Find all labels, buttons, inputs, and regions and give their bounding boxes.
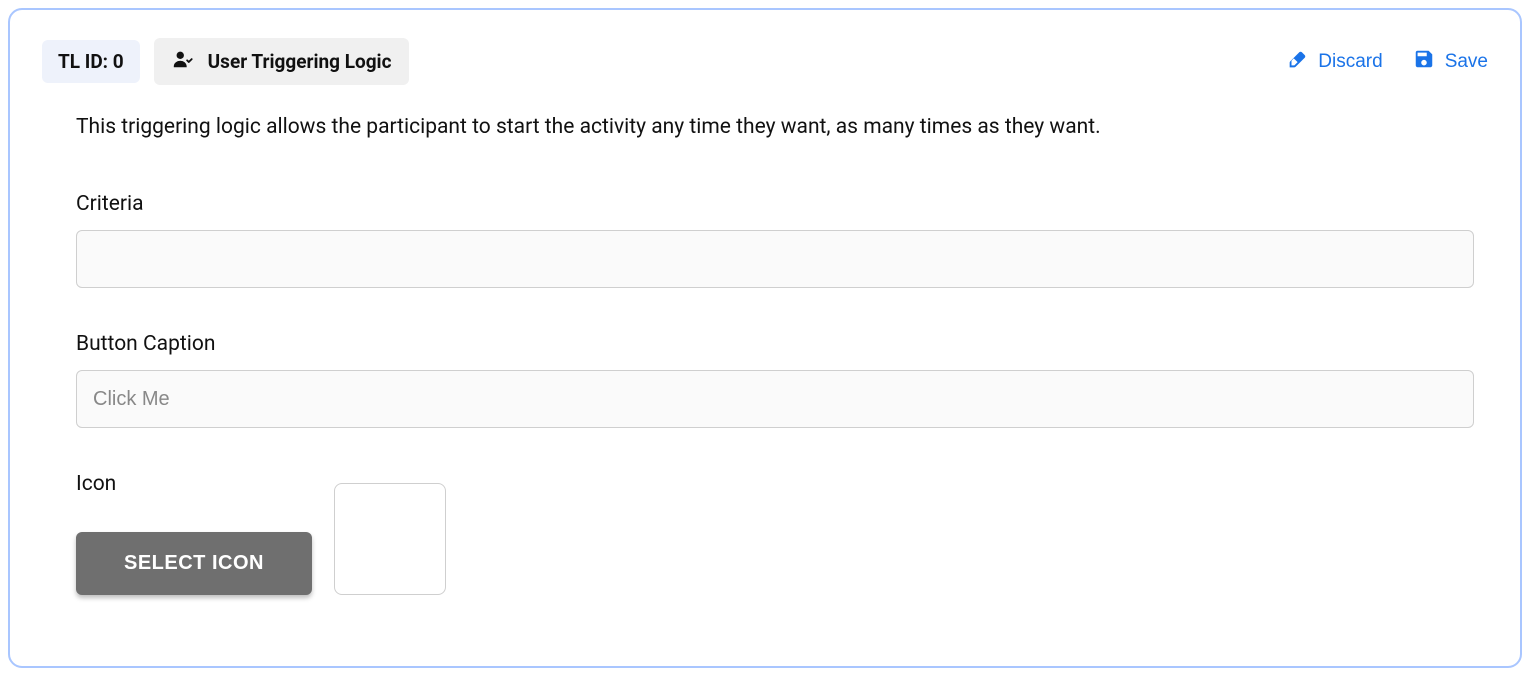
eraser-icon	[1286, 48, 1308, 76]
button-caption-section: Button Caption	[76, 332, 1488, 428]
icon-preview-box[interactable]	[334, 483, 446, 595]
save-label: Save	[1445, 51, 1488, 73]
icon-label: Icon	[76, 472, 312, 496]
criteria-section: Criteria	[76, 192, 1488, 288]
header-left: TL ID: 0 User Triggering Logic	[42, 38, 409, 85]
logic-type-badge: User Triggering Logic	[154, 38, 410, 85]
criteria-label: Criteria	[76, 192, 1488, 216]
discard-button[interactable]: Discard	[1286, 44, 1382, 80]
header-right: Discard Save	[1286, 44, 1488, 80]
save-button[interactable]: Save	[1413, 44, 1488, 80]
description-text: This triggering logic allows the partici…	[76, 113, 1488, 142]
icon-left-column: Icon SELECT ICON	[76, 472, 312, 595]
tl-id-badge: TL ID: 0	[42, 40, 140, 83]
button-caption-label: Button Caption	[76, 332, 1488, 356]
triggering-logic-panel: TL ID: 0 User Triggering Logic	[8, 8, 1522, 668]
button-caption-input[interactable]	[76, 370, 1474, 428]
discard-label: Discard	[1318, 51, 1382, 73]
icon-section: Icon SELECT ICON	[76, 472, 1488, 595]
logic-type-label: User Triggering Logic	[208, 50, 392, 73]
criteria-input[interactable]	[76, 230, 1474, 288]
user-check-icon	[172, 48, 194, 75]
save-icon	[1413, 48, 1435, 76]
header-row: TL ID: 0 User Triggering Logic	[42, 38, 1488, 85]
select-icon-button[interactable]: SELECT ICON	[76, 532, 312, 595]
